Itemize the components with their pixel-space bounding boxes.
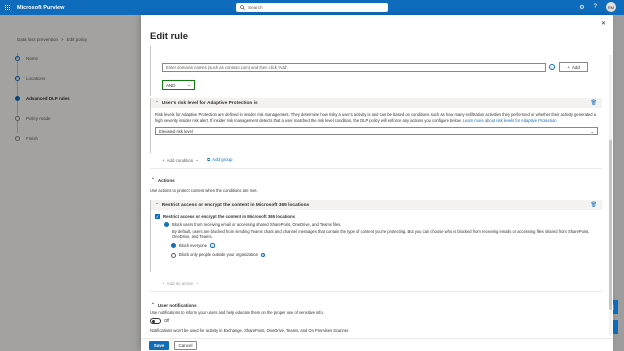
- checkbox-checked-icon: ✓: [155, 214, 160, 219]
- search-input[interactable]: Search: [248, 5, 263, 10]
- restrict-checkbox[interactable]: ✓ Restrict access or encrypt the content…: [155, 214, 602, 219]
- search-box[interactable]: Search: [236, 3, 388, 12]
- user-notifications-heading[interactable]: ⌃ User notifications: [151, 302, 197, 308]
- waffle-icon[interactable]: [0, 0, 15, 15]
- section-header[interactable]: ⌃ User's risk level for Adaptive Protect…: [151, 98, 602, 108]
- cancel-button[interactable]: Cancel: [174, 340, 197, 350]
- radio-block-everyone[interactable]: Block everyone i: [171, 243, 602, 249]
- search-icon: [240, 5, 245, 10]
- actions-intro: Use actions to protect content when the …: [150, 188, 258, 193]
- top-icons: ⚙ ? RM: [579, 2, 616, 12]
- help-icon[interactable]: ?: [594, 4, 597, 10]
- scrollbar[interactable]: [609, 55, 612, 335]
- trash-icon[interactable]: 🗑: [591, 202, 597, 208]
- close-icon[interactable]: ✕: [601, 20, 606, 27]
- add-action-label: Add an action: [166, 280, 194, 286]
- app-title[interactable]: Microsoft Purview: [17, 5, 64, 11]
- chevron-down-icon: ⌄: [187, 82, 191, 87]
- actions-heading[interactable]: ⌃ Actions: [151, 177, 175, 183]
- learn-more-link[interactable]: Learn more about risk levels for Adaptiv…: [463, 118, 557, 123]
- add-condition-button[interactable]: + Add condition ⌄: [162, 157, 199, 163]
- radio-label: Block everyone: [179, 242, 207, 248]
- group-icon: ⧉: [207, 157, 211, 162]
- domain-input[interactable]: Enter domains names (such as contoso.com…: [162, 63, 546, 72]
- notifications-toggle[interactable]: Off: [150, 318, 169, 324]
- add-group-label: Add group: [212, 157, 233, 162]
- risk-level-section: ⌃ User's risk level for Adaptive Protect…: [150, 98, 602, 153]
- block-users-label: Block users from receiving email or acce…: [172, 222, 342, 227]
- chevron-up-icon: ⌃: [151, 302, 155, 307]
- panel-footer: Save Cancel: [141, 338, 613, 351]
- plus-icon: +: [162, 157, 165, 163]
- operator-dropdown[interactable]: AND ⌄: [162, 80, 195, 90]
- info-icon[interactable]: i: [210, 243, 215, 248]
- trash-icon[interactable]: 🗑: [591, 100, 597, 106]
- chevron-down-icon: ⌄: [590, 128, 594, 134]
- add-label: Add: [571, 64, 580, 70]
- notifications-intro: Use notifications to inform your users a…: [150, 310, 324, 315]
- block-users-option[interactable]: Block users from receiving email or acce…: [164, 222, 602, 240]
- radio-selected-icon: [164, 222, 169, 227]
- restrict-access-section: ⌃ Restrict access or encrypt the content…: [150, 200, 602, 272]
- toggle-state: Off: [164, 318, 170, 324]
- section-title: Restrict access or encrypt the content i…: [161, 202, 310, 208]
- section-header[interactable]: ⌃ Restrict access or encrypt the content…: [151, 200, 602, 210]
- section-title: User's risk level for Adaptive Protectio…: [161, 100, 258, 106]
- operator-value: AND: [166, 82, 176, 88]
- restrict-checkbox-label: Restrict access or encrypt the content i…: [163, 214, 296, 219]
- risk-level-dropdown[interactable]: Elevated risk level ⌄: [155, 127, 598, 136]
- notifications-note: Notifications won't be used for activity…: [150, 328, 350, 333]
- info-icon[interactable]: i: [260, 252, 266, 258]
- avatar[interactable]: RM: [606, 2, 616, 12]
- chevron-down-icon: ⌄: [195, 157, 199, 162]
- panel-scroll-area[interactable]: Enter domains names (such as contoso.com…: [141, 46, 613, 336]
- top-bar: Microsoft Purview Search ⚙ ? RM: [0, 0, 624, 15]
- add-action-button[interactable]: + Add an action ⌄: [162, 280, 199, 286]
- radio-block-outside[interactable]: Block only people outside your organizat…: [171, 252, 602, 258]
- chevron-up-icon: ⌃: [151, 177, 155, 182]
- scrollbar-thumb[interactable]: [609, 140, 612, 310]
- radio-selected-icon: [171, 243, 176, 249]
- plus-icon: +: [567, 64, 570, 70]
- add-domain-button[interactable]: + Add: [559, 62, 588, 72]
- radio-label: Block only people outside your organizat…: [179, 252, 258, 258]
- notifications-heading-text: User notifications: [157, 302, 197, 308]
- plus-icon: +: [162, 280, 165, 286]
- panel-title: Edit rule: [150, 31, 189, 42]
- edit-rule-panel: ✕ Edit rule Enter domains names (such as…: [141, 15, 613, 351]
- save-button[interactable]: Save: [149, 340, 169, 350]
- risk-description: Risk levels for Adaptive Protection are …: [151, 108, 602, 123]
- block-users-description: By default, users are blocked from sendi…: [172, 228, 590, 240]
- add-group-button[interactable]: ⧉ Add group: [207, 157, 232, 162]
- chevron-down-icon: ⌄: [195, 280, 200, 285]
- actions-heading-text: Actions: [157, 177, 175, 183]
- toggle-switch[interactable]: [150, 318, 161, 324]
- chevron-up-icon[interactable]: ⌃: [155, 202, 159, 208]
- risk-level-value: Elevated risk level: [159, 128, 193, 134]
- divider: [150, 168, 602, 169]
- add-condition-label: Add condition: [166, 157, 194, 163]
- chevron-up-icon[interactable]: ⌃: [155, 100, 159, 106]
- radio-unselected-icon: [171, 252, 176, 258]
- info-icon[interactable]: i: [549, 64, 555, 70]
- gear-icon[interactable]: ⚙: [579, 4, 584, 11]
- divider: [150, 291, 602, 292]
